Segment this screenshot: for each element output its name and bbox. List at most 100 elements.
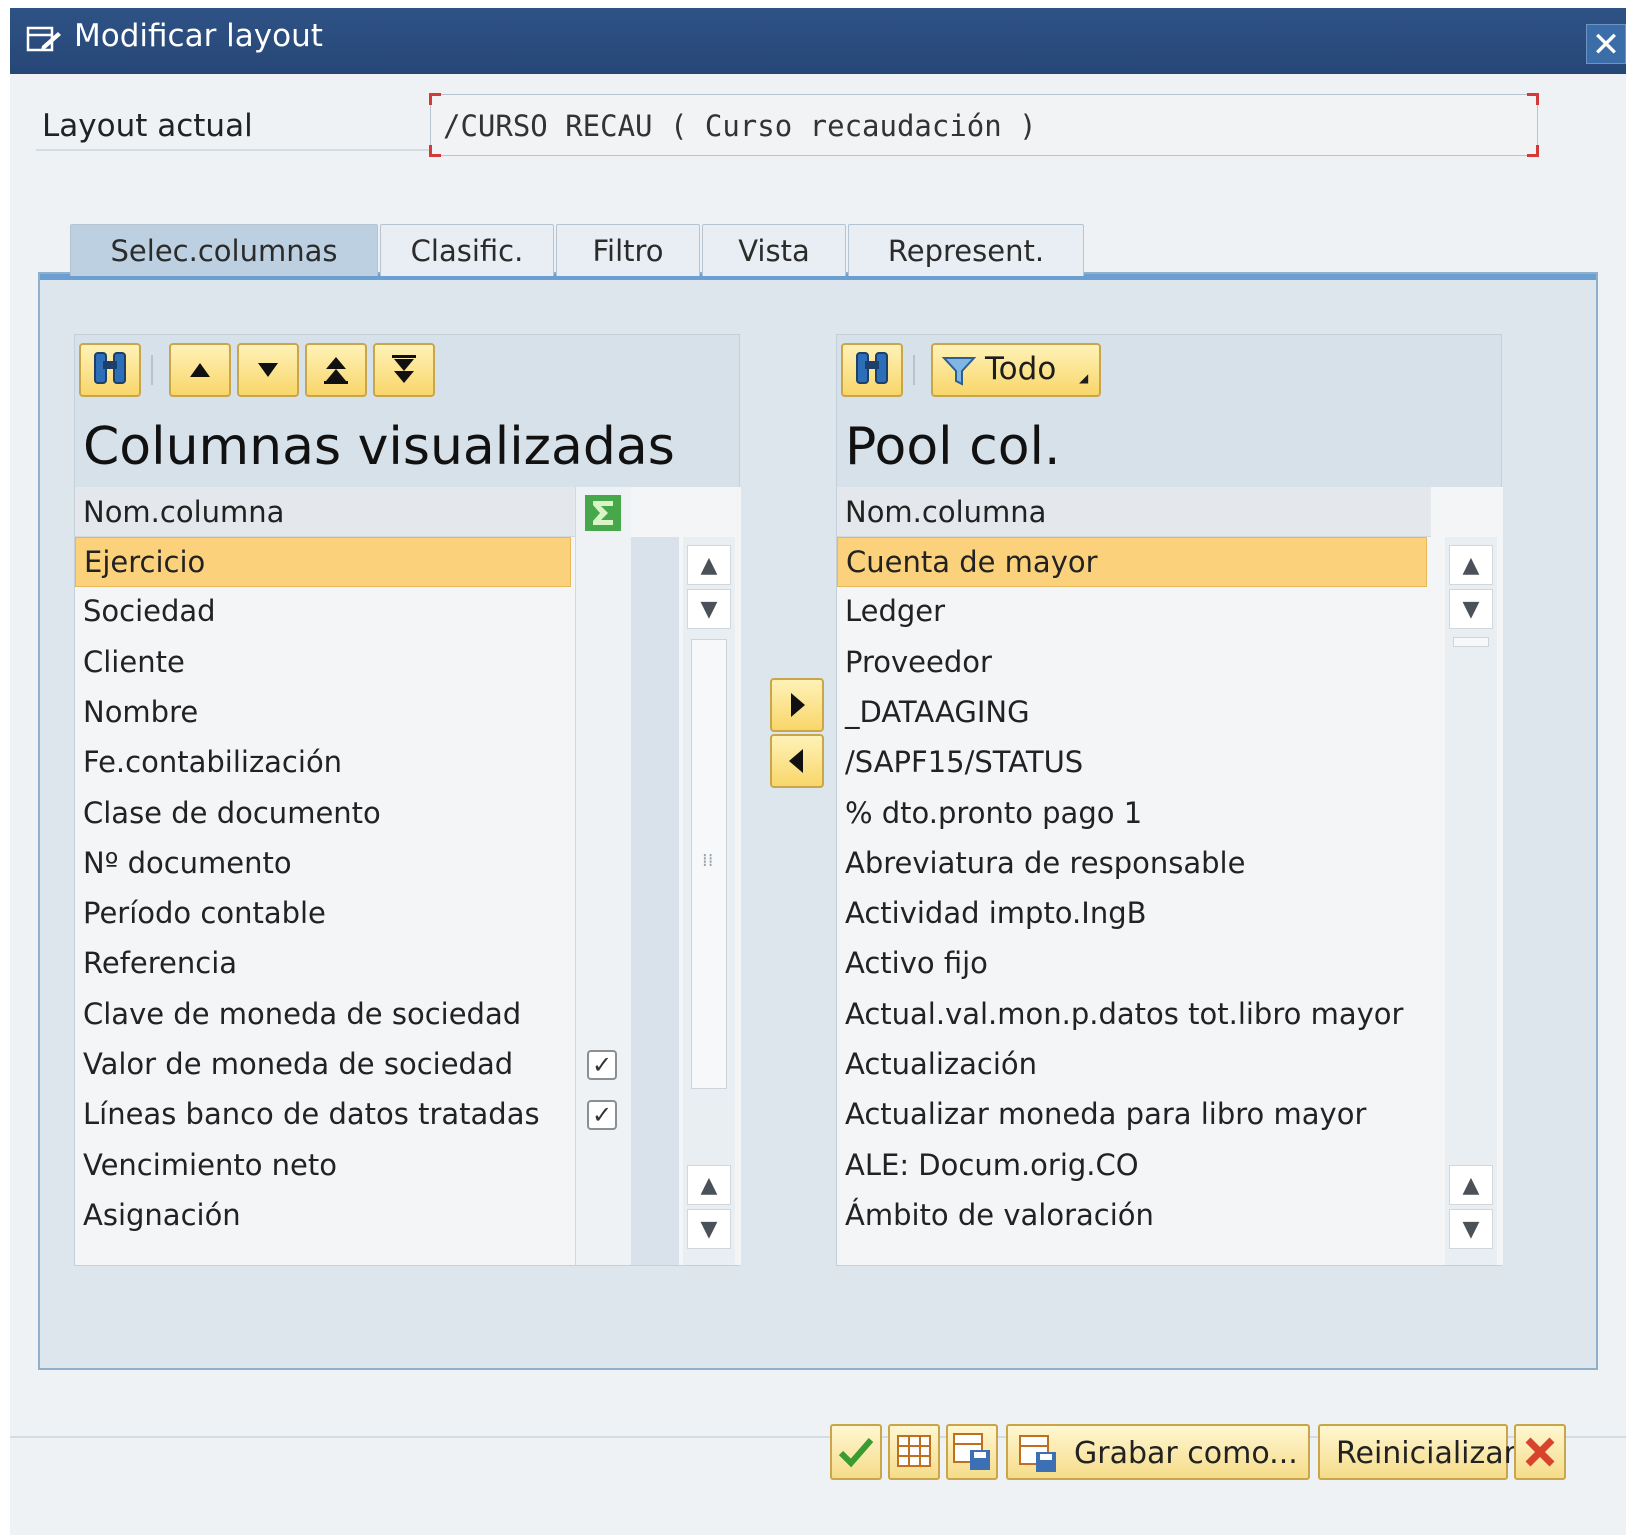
- list-item[interactable]: Proveedor: [837, 638, 1427, 688]
- list-item[interactable]: Ledger: [837, 587, 1427, 637]
- list-item[interactable]: Clase de documento: [75, 789, 571, 839]
- column-pool-panel: Todo ◢ Pool col. Nom.columna Cuenta de m…: [836, 334, 1503, 1266]
- scroll-up-icon[interactable]: ▲: [1449, 545, 1493, 585]
- list-item[interactable]: Activo fijo: [837, 939, 1427, 989]
- list-item[interactable]: Vencimiento neto: [75, 1141, 571, 1191]
- right-toolbar: Todo ◢: [837, 335, 1501, 405]
- list-item-label: Cliente: [83, 644, 185, 679]
- column-pool-title: Pool col.: [845, 417, 1061, 477]
- sum-checkbox[interactable]: ✓: [587, 1100, 617, 1131]
- tab-label: Represent.: [887, 234, 1045, 268]
- move-up-button[interactable]: [169, 343, 231, 397]
- list-item-label: Líneas banco de datos tratadas: [83, 1097, 540, 1132]
- scroll-thumb[interactable]: [1453, 637, 1489, 647]
- filter-dropdown-button[interactable]: Todo ◢: [931, 343, 1101, 397]
- scroll-down-icon[interactable]: ▼: [687, 589, 731, 629]
- scroll-down-icon[interactable]: ▼: [687, 1209, 731, 1249]
- toolbar-separator: [913, 355, 915, 385]
- move-top-button[interactable]: [305, 343, 367, 397]
- modify-layout-dialog: Modificar layout ✕ Layout actual /CURSO …: [10, 8, 1626, 1535]
- list-item[interactable]: % dto.pronto pago 1: [837, 789, 1427, 839]
- tab-represent[interactable]: Represent.: [848, 224, 1084, 276]
- list-item-label: Referencia: [83, 946, 238, 981]
- close-icon[interactable]: ✕: [1586, 24, 1626, 65]
- list-item[interactable]: Valor de moneda de sociedad: [75, 1040, 571, 1090]
- column-pool-grid: Nom.columna Cuenta de mayor Ledger Proveed…: [837, 487, 1503, 1265]
- list-item[interactable]: Período contable: [75, 889, 571, 939]
- list-item-label: Sociedad: [83, 594, 216, 629]
- cancel-button[interactable]: [1514, 1424, 1566, 1480]
- list-item[interactable]: Cuenta de mayor: [837, 537, 1427, 587]
- list-item[interactable]: Ejercicio: [75, 537, 571, 587]
- confirm-button[interactable]: [830, 1424, 882, 1480]
- binoculars-icon: [94, 352, 126, 384]
- move-right-button[interactable]: [770, 678, 824, 732]
- left-scrollbar[interactable]: ▲ ▼ ⁞⁞ ▲ ▼: [683, 537, 735, 1265]
- required-marker: [429, 145, 441, 157]
- list-item[interactable]: Actualizar moneda para libro mayor: [837, 1090, 1427, 1140]
- double-down-icon: [392, 355, 416, 383]
- required-marker: [429, 93, 441, 105]
- list-item[interactable]: Abreviatura de responsable: [837, 839, 1427, 889]
- scroll-up-icon[interactable]: ▲: [1449, 1165, 1493, 1205]
- sigma-icon[interactable]: [583, 493, 623, 533]
- move-left-button[interactable]: [770, 734, 824, 788]
- move-down-button[interactable]: [237, 343, 299, 397]
- sum-checkbox[interactable]: ✓: [587, 1050, 617, 1080]
- list-item[interactable]: Nombre: [75, 688, 571, 738]
- list-item[interactable]: Referencia: [75, 939, 571, 989]
- displayed-columns-title: Columnas visualizadas: [83, 417, 675, 477]
- find-button[interactable]: [841, 343, 903, 397]
- list-item[interactable]: _DATAAGING: [837, 688, 1427, 738]
- layout-actual-label: Layout actual: [42, 108, 253, 144]
- scroll-up-icon[interactable]: ▲: [687, 1165, 731, 1205]
- list-item-label: Clave de moneda de sociedad: [83, 996, 522, 1031]
- save-as-label: Grabar como...: [1074, 1436, 1298, 1471]
- tab-vista[interactable]: Vista: [702, 224, 846, 276]
- save-layout-button[interactable]: [946, 1424, 998, 1480]
- layout-grid-button[interactable]: [888, 1424, 940, 1480]
- list-item[interactable]: ALE: Docum.orig.CO: [837, 1141, 1427, 1191]
- list-item-label: Actualización: [845, 1047, 1038, 1081]
- list-item[interactable]: /SAPF15/STATUS: [837, 738, 1427, 788]
- triangle-left-icon: [789, 749, 803, 773]
- save-as-button[interactable]: Grabar como...: [1006, 1424, 1310, 1480]
- grid-spacer: [631, 537, 679, 1265]
- list-item-label: Asignación: [83, 1197, 241, 1232]
- list-item[interactable]: Actualización: [837, 1040, 1427, 1090]
- save-table-icon: [953, 1433, 990, 1470]
- move-bottom-button[interactable]: [373, 343, 435, 397]
- layout-actual-field[interactable]: /CURSO RECAU ( Curso recaudación ): [429, 93, 1539, 157]
- list-item[interactable]: Cliente: [75, 638, 571, 688]
- scroll-down-icon[interactable]: ▼: [1449, 1209, 1493, 1249]
- list-item[interactable]: Actividad impto.IngB: [837, 889, 1427, 939]
- scroll-up-icon[interactable]: ▲: [687, 545, 731, 585]
- tab-filtro[interactable]: Filtro: [556, 224, 700, 276]
- edit-layout-icon: [26, 26, 61, 52]
- tab-label: Selec.columnas: [110, 234, 338, 268]
- sum-column: [575, 487, 631, 1265]
- table-icon: [897, 1435, 931, 1467]
- label-underline: [36, 149, 436, 151]
- required-marker: [1527, 93, 1539, 105]
- list-item[interactable]: Fe.contabilización: [75, 738, 571, 788]
- tab-selec-columnas[interactable]: Selec.columnas: [70, 224, 378, 276]
- list-item[interactable]: Ámbito de valoración: [837, 1191, 1427, 1241]
- list-item[interactable]: Actual.val.mon.p.datos tot.libro mayor: [837, 990, 1427, 1040]
- list-item[interactable]: Sociedad: [75, 587, 571, 637]
- list-item[interactable]: Asignación: [75, 1191, 571, 1241]
- right-scrollbar[interactable]: ▲ ▼ ▲ ▼: [1445, 537, 1497, 1265]
- find-button[interactable]: [79, 343, 141, 397]
- scroll-thumb[interactable]: ⁞⁞: [691, 639, 727, 1089]
- triangle-up-icon: [190, 363, 210, 377]
- list-item-label: ALE: Docum.orig.CO: [845, 1147, 1139, 1182]
- list-item[interactable]: Líneas banco de datos tratadas: [75, 1090, 571, 1140]
- scroll-down-icon[interactable]: ▼: [1449, 589, 1493, 629]
- list-item[interactable]: Nº documento: [75, 839, 571, 889]
- list-item[interactable]: Clave de moneda de sociedad: [75, 990, 571, 1040]
- title-bar: Modificar layout ✕: [10, 8, 1626, 74]
- tab-clasific[interactable]: Clasific.: [380, 224, 554, 276]
- reset-button[interactable]: Reinicializar: [1318, 1424, 1516, 1480]
- toolbar-separator: [151, 355, 153, 385]
- dialog-title: Modificar layout: [74, 18, 323, 54]
